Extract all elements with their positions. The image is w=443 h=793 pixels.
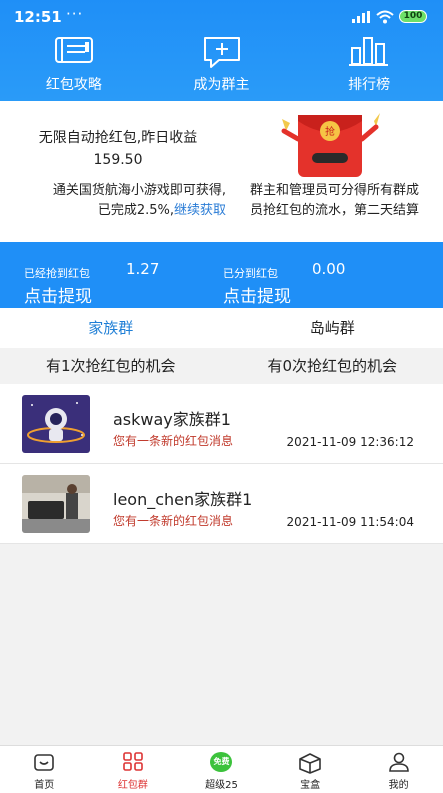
owner-description: 群主和管理员可分得所有群成 员抢红包的流水，第二天结算 [226, 181, 443, 221]
topnav-label: 成为群主 [193, 77, 250, 93]
home-icon [34, 754, 55, 771]
tab-island-group[interactable]: 岛屿群 [222, 308, 443, 348]
group-message: 您有一条新的红包消息 [113, 434, 234, 448]
yesterday-earnings: 无限自动抢红包,昨日收益 159.50 [0, 127, 236, 171]
user-icon [388, 752, 409, 772]
group-name: leon_chen家族群1 [113, 490, 253, 509]
topnav-label: 红包攻略 [45, 77, 102, 93]
owner-text-2: 员抢红包的流水，第二天结算 [249, 203, 419, 218]
grabbed-value: 1.27 [126, 260, 160, 278]
earnings-label: 无限自动抢红包,昨日收益 [38, 130, 198, 146]
nav-home[interactable]: 首页 [0, 746, 89, 793]
mission-text-1: 通关国货航海小游戏即可获得, [52, 183, 226, 198]
shared-value: 0.00 [312, 260, 346, 278]
group-time: 2021-11-09 11:54:04 [286, 515, 414, 529]
nav-label: 红包群 [117, 780, 148, 791]
mission-description: 通关国货航海小游戏即可获得, 已完成2.5%,继续获取 [0, 181, 226, 221]
nav-label: 宝盒 [300, 780, 321, 791]
signal-icon [352, 11, 370, 23]
nav-label: 首页 [34, 780, 55, 791]
bottom-nav: 首页 红包群 免费 超级25 宝盒 我的 [0, 745, 443, 793]
group-time: 2021-11-09 12:36:12 [286, 435, 414, 449]
nav-label: 超级25 [205, 780, 238, 791]
nav-treasure-box[interactable]: 宝盒 [266, 746, 355, 793]
earnings-value: 159.50 [93, 152, 143, 168]
nav-super25[interactable]: 免费 超级25 [177, 746, 266, 793]
book-icon [54, 37, 93, 63]
grid-icon [123, 752, 143, 771]
nav-mine[interactable]: 我的 [354, 746, 443, 793]
chat-plus-icon [203, 37, 240, 68]
topnav-strategy[interactable]: 红包攻略 [0, 32, 148, 98]
free-badge-icon: 免费 [210, 752, 233, 772]
continue-link[interactable]: 继续获取 [174, 203, 226, 218]
promo-card: 无限自动抢红包,昨日收益 159.50 抢 通关国货航海小游戏即可获得, 已完成… [0, 101, 443, 242]
group-tabs: 家族群 岛屿群 [0, 308, 443, 348]
mission-text-2: 已完成2.5%, [97, 203, 174, 218]
cash-bar: 已经抢到红包 1.27 点击提现 已分到红包 0.00 点击提现 [0, 242, 443, 308]
header: 12:51 ··· 100 红包攻略 成为群主 排行榜 [0, 0, 443, 101]
topnav-leaderboard[interactable]: 排行榜 [295, 32, 443, 98]
owner-text-1: 群主和管理员可分得所有群成 [249, 183, 419, 198]
withdraw-shared-button[interactable]: 点击提现 [223, 282, 291, 307]
tab-family-group[interactable]: 家族群 [0, 308, 222, 348]
shared-label: 已分到红包 [223, 267, 278, 280]
group-message: 您有一条新的红包消息 [113, 514, 234, 528]
box-icon [299, 753, 321, 774]
topnav-label: 排行榜 [348, 77, 391, 93]
list-item[interactable]: leon_chen家族群1 您有一条新的红包消息 2021-11-09 11:5… [0, 464, 443, 544]
withdraw-grabbed-button[interactable]: 点击提现 [24, 282, 92, 307]
status-bar: 12:51 ··· 100 [0, 0, 443, 32]
top-nav: 红包攻略 成为群主 排行榜 [0, 32, 443, 98]
group-avatar [22, 475, 90, 533]
status-dots: ··· [66, 5, 84, 23]
redpack-char: 抢 [325, 125, 335, 138]
chance-family: 有1次抢红包的机会 [45, 357, 176, 375]
battery-icon: 100 [399, 10, 427, 23]
nav-label: 我的 [388, 780, 409, 791]
bar-chart-icon [349, 37, 389, 66]
group-list: askway家族群1 您有一条新的红包消息 2021-11-09 12:36:1… [0, 384, 443, 544]
group-name: askway家族群1 [113, 410, 231, 429]
red-envelope-icon: 抢 [281, 113, 380, 177]
chance-island: 有0次抢红包的机会 [267, 357, 398, 375]
chance-bar: 有1次抢红包的机会 有0次抢红包的机会 [0, 348, 443, 384]
topnav-become-owner[interactable]: 成为群主 [148, 32, 296, 98]
wifi-icon [376, 10, 394, 24]
list-item[interactable]: askway家族群1 您有一条新的红包消息 2021-11-09 12:36:1… [0, 384, 443, 464]
status-time: 12:51 [14, 8, 62, 26]
group-avatar [22, 395, 90, 453]
grabbed-label: 已经抢到红包 [24, 267, 90, 280]
nav-redpacket-group[interactable]: 红包群 [89, 746, 178, 793]
